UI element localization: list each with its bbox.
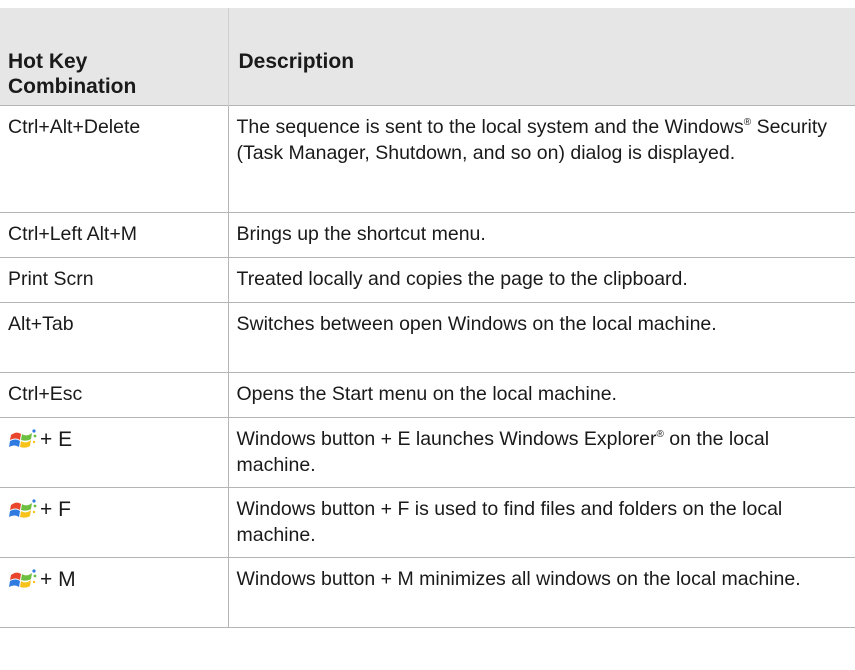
hot-key-cell: + M [0, 557, 229, 628]
description-cell: Windows button + M minimizes all windows… [227, 557, 855, 628]
hot-key-cell: Ctrl+Alt+Delete [0, 105, 229, 213]
table-row: Print Scrn Treated locally and copies th… [0, 257, 855, 303]
hot-key-suffix: + M [40, 567, 76, 591]
header-description: Description [227, 8, 855, 106]
table-row: + E Windows button + E launches Windows … [0, 417, 855, 488]
header-hot-key-combination: Hot Key Combination [0, 8, 229, 106]
table-header-row: Hot Key Combination Description [0, 8, 855, 106]
description-cell: Brings up the shortcut menu. [227, 212, 855, 258]
hot-key-cell: + F [0, 487, 229, 558]
description-cell: Windows button + E launches Windows Expl… [227, 417, 855, 488]
hot-key-cell: + E [0, 417, 229, 488]
description-cell: Opens the Start menu on the local machin… [227, 372, 855, 418]
hotkey-table: Hot Key Combination Description Ctrl+Alt… [0, 8, 855, 628]
description-text: The sequence is sent to the local system… [236, 116, 744, 138]
hot-key-cell: Ctrl+Esc [0, 372, 229, 418]
description-cell: The sequence is sent to the local system… [227, 105, 855, 213]
registered-mark: ® [656, 428, 664, 440]
hot-key-cell: Alt+Tab [0, 302, 229, 373]
table-row: Ctrl+Esc Opens the Start menu on the loc… [0, 372, 855, 418]
table-row: Ctrl+Alt+Delete The sequence is sent to … [0, 105, 855, 213]
registered-mark: ® [743, 116, 752, 128]
table-row: + F Windows button + F is used to find f… [0, 487, 855, 558]
hot-key-suffix: + F [40, 497, 71, 521]
windows-logo-icon [8, 566, 38, 593]
windows-logo-icon [8, 426, 38, 453]
hot-key-cell: Print Scrn [0, 257, 229, 303]
hot-key-suffix: + E [40, 427, 73, 451]
windows-logo-icon [8, 496, 38, 523]
description-text: Windows button + E launches Windows Expl… [236, 428, 657, 450]
header-hot-key-line1: Hot Key [8, 50, 88, 73]
hot-key-cell: Ctrl+Left Alt+M [0, 212, 229, 258]
table-row: + M Windows button + M minimizes all win… [0, 557, 855, 628]
description-cell: Windows button + F is used to find files… [227, 487, 855, 558]
table-row: Alt+Tab Switches between open Windows on… [0, 302, 855, 373]
description-cell: Switches between open Windows on the loc… [227, 302, 855, 373]
table-row: Ctrl+Left Alt+M Brings up the shortcut m… [0, 212, 855, 258]
description-cell: Treated locally and copies the page to t… [227, 257, 855, 303]
header-hot-key-line2: Combination [8, 75, 137, 98]
